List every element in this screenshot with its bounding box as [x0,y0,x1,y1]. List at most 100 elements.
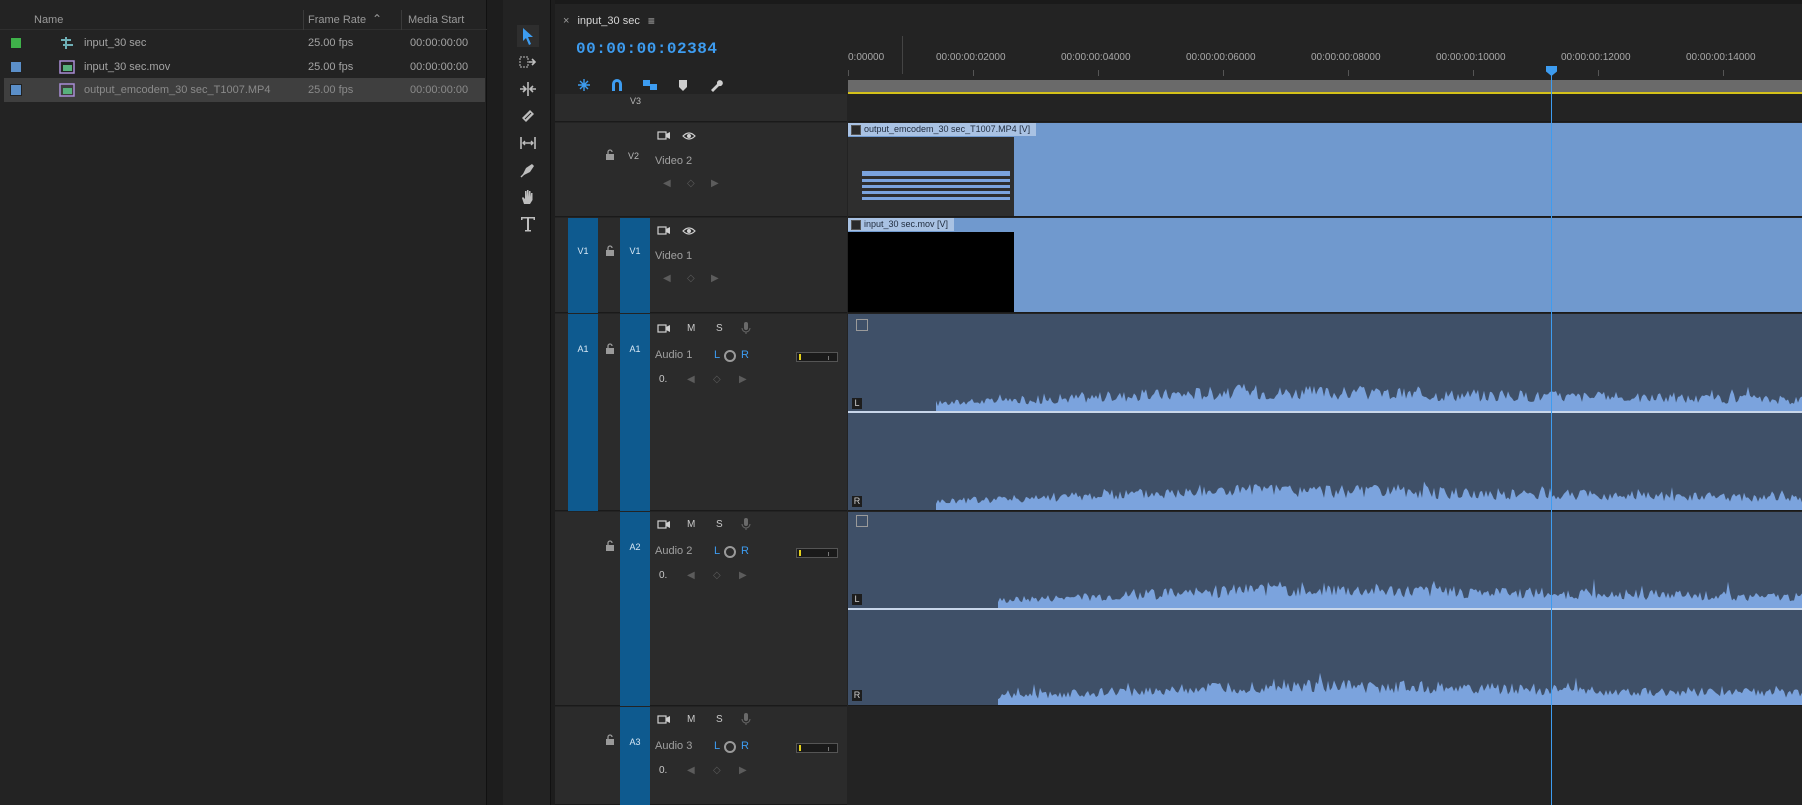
source-patch-v1[interactable]: V1 [568,218,598,313]
column-media-start[interactable]: Media Start [408,14,464,26]
track-select-tool[interactable] [517,51,539,73]
track-lane-a3[interactable] [848,707,1802,805]
lock-icon[interactable] [604,245,616,257]
mute-button[interactable]: M [687,714,695,725]
work-area-bar[interactable] [848,80,1802,92]
prev-keyframe-icon[interactable]: ◀ [687,765,695,776]
panel-menu-icon[interactable]: ≡ [648,14,655,28]
volume-value[interactable]: 0. [659,374,667,385]
track-label-v3[interactable]: V3 [630,96,641,106]
lock-icon[interactable] [604,540,616,552]
video-clip[interactable]: output_emcodem_30 sec_T1007.MP4 [V] [848,123,1802,216]
solo-button[interactable]: S [716,519,723,530]
pen-tool[interactable] [517,159,539,181]
sequence-tab[interactable]: × input_30 sec ≡ [563,13,655,29]
eye-icon[interactable] [682,129,696,143]
mute-button[interactable]: M [687,323,695,334]
selection-tool[interactable] [517,25,539,47]
track-name-v1[interactable]: Video 1 [655,250,692,262]
track-lane-a2[interactable]: L R [848,512,1802,706]
lock-icon[interactable] [604,149,616,161]
column-name[interactable]: Name [34,14,63,26]
snap-button[interactable] [608,76,626,94]
project-item[interactable]: input_30 sec 25.00 fps 00:00:00:00 [4,31,485,55]
solo-button[interactable]: S [716,323,723,334]
sync-lock-icon[interactable] [657,224,671,238]
pan-knob[interactable] [724,741,736,753]
track-name-v2[interactable]: Video 2 [655,155,692,167]
add-keyframe-icon[interactable]: ◇ [687,273,695,284]
ripple-edit-tool[interactable] [517,78,539,100]
prev-keyframe-icon[interactable]: ◀ [687,374,695,385]
sync-lock-icon[interactable] [657,322,671,336]
track-name-a2[interactable]: Audio 2 [655,545,692,557]
track-lane-v1[interactable]: input_30 sec.mov [V] [848,218,1802,313]
playhead-line[interactable] [1551,70,1552,805]
add-marker-button[interactable] [674,76,692,94]
track-name-a1[interactable]: Audio 1 [655,349,692,361]
track-header-a2[interactable]: A2 M S Audio 2 L R 0. ◀ ◇ ▶ [555,512,847,706]
project-item[interactable]: input_30 sec.mov 25.00 fps 00:00:00:00 [4,55,485,79]
close-tab-icon[interactable]: × [563,15,569,27]
next-keyframe-icon[interactable]: ▶ [711,273,719,284]
label-color-swatch[interactable] [10,37,22,49]
track-target-v1[interactable]: V1 [620,218,650,313]
prev-keyframe-icon[interactable]: ◀ [687,570,695,581]
track-lane-v2[interactable]: output_emcodem_30 sec_T1007.MP4 [V] [848,123,1802,217]
track-target-a3[interactable]: A3 [620,707,650,805]
track-header-v1[interactable]: V1 V1 Video 1 ◀ ◇ ▶ [555,218,847,313]
microphone-icon[interactable] [739,517,753,531]
track-header-a1[interactable]: A1 A1 M S Audio 1 L R 0. ◀ ◇ ▶ [555,314,847,511]
timeline-settings-button[interactable] [707,76,725,94]
next-keyframe-icon[interactable]: ▶ [739,765,747,776]
label-color-swatch[interactable] [10,84,22,96]
next-keyframe-icon[interactable]: ▶ [739,374,747,385]
video-clip[interactable]: input_30 sec.mov [V] [848,218,1802,312]
sequence-tab-name[interactable]: input_30 sec [577,15,639,27]
pan-knob[interactable] [724,350,736,362]
track-lane-a1[interactable]: L R [848,314,1802,511]
track-header-v2[interactable]: V2 Video 2 ◀ ◇ ▶ [555,123,847,217]
lock-icon[interactable] [604,343,616,355]
column-divider[interactable] [401,10,402,30]
next-keyframe-icon[interactable]: ▶ [711,178,719,189]
source-patch-a1[interactable]: A1 [568,314,598,511]
hand-tool[interactable] [517,186,539,208]
time-ruler[interactable]: 0:00000 00:00:00:02000 00:00:00:04000 00… [848,44,1802,80]
slip-tool[interactable] [517,132,539,154]
sync-lock-icon[interactable] [657,518,671,532]
column-divider[interactable] [303,10,304,30]
sync-lock-icon[interactable] [657,713,671,727]
add-keyframe-icon[interactable]: ◇ [687,178,695,189]
sync-lock-icon[interactable] [657,129,671,143]
mute-button[interactable]: M [687,519,695,530]
prev-keyframe-icon[interactable]: ◀ [663,178,671,189]
microphone-icon[interactable] [739,712,753,726]
add-keyframe-icon[interactable]: ◇ [713,765,721,776]
playhead-timecode[interactable]: 00:00:00:02384 [576,40,717,58]
track-header-a3[interactable]: A3 M S Audio 3 L R 0. ◀ ◇ ▶ [555,707,847,805]
track-target-a2[interactable]: A2 [620,512,650,706]
type-tool[interactable] [517,213,539,235]
razor-tool[interactable] [517,105,539,127]
audio-clip[interactable]: L R [848,512,1802,705]
solo-button[interactable]: S [716,714,723,725]
column-frame-rate[interactable]: Frame Rate [308,14,366,26]
pan-knob[interactable] [724,546,736,558]
project-item-selected[interactable]: output_emcodem_30 sec_T1007.MP4 25.00 fp… [4,78,485,102]
eye-icon[interactable] [682,224,696,238]
volume-value[interactable]: 0. [659,765,667,776]
track-label-v2[interactable]: V2 [628,151,639,161]
sort-ascending-icon[interactable]: ⌃ [372,12,382,26]
insert-nest-button[interactable] [575,76,593,94]
lock-icon[interactable] [604,734,616,746]
track-target-a1[interactable]: A1 [620,314,650,511]
track-name-a3[interactable]: Audio 3 [655,740,692,752]
add-keyframe-icon[interactable]: ◇ [713,570,721,581]
volume-value[interactable]: 0. [659,570,667,581]
label-color-swatch[interactable] [10,61,22,73]
track-lane-v3[interactable] [848,94,1802,122]
next-keyframe-icon[interactable]: ▶ [739,570,747,581]
prev-keyframe-icon[interactable]: ◀ [663,273,671,284]
add-keyframe-icon[interactable]: ◇ [713,374,721,385]
